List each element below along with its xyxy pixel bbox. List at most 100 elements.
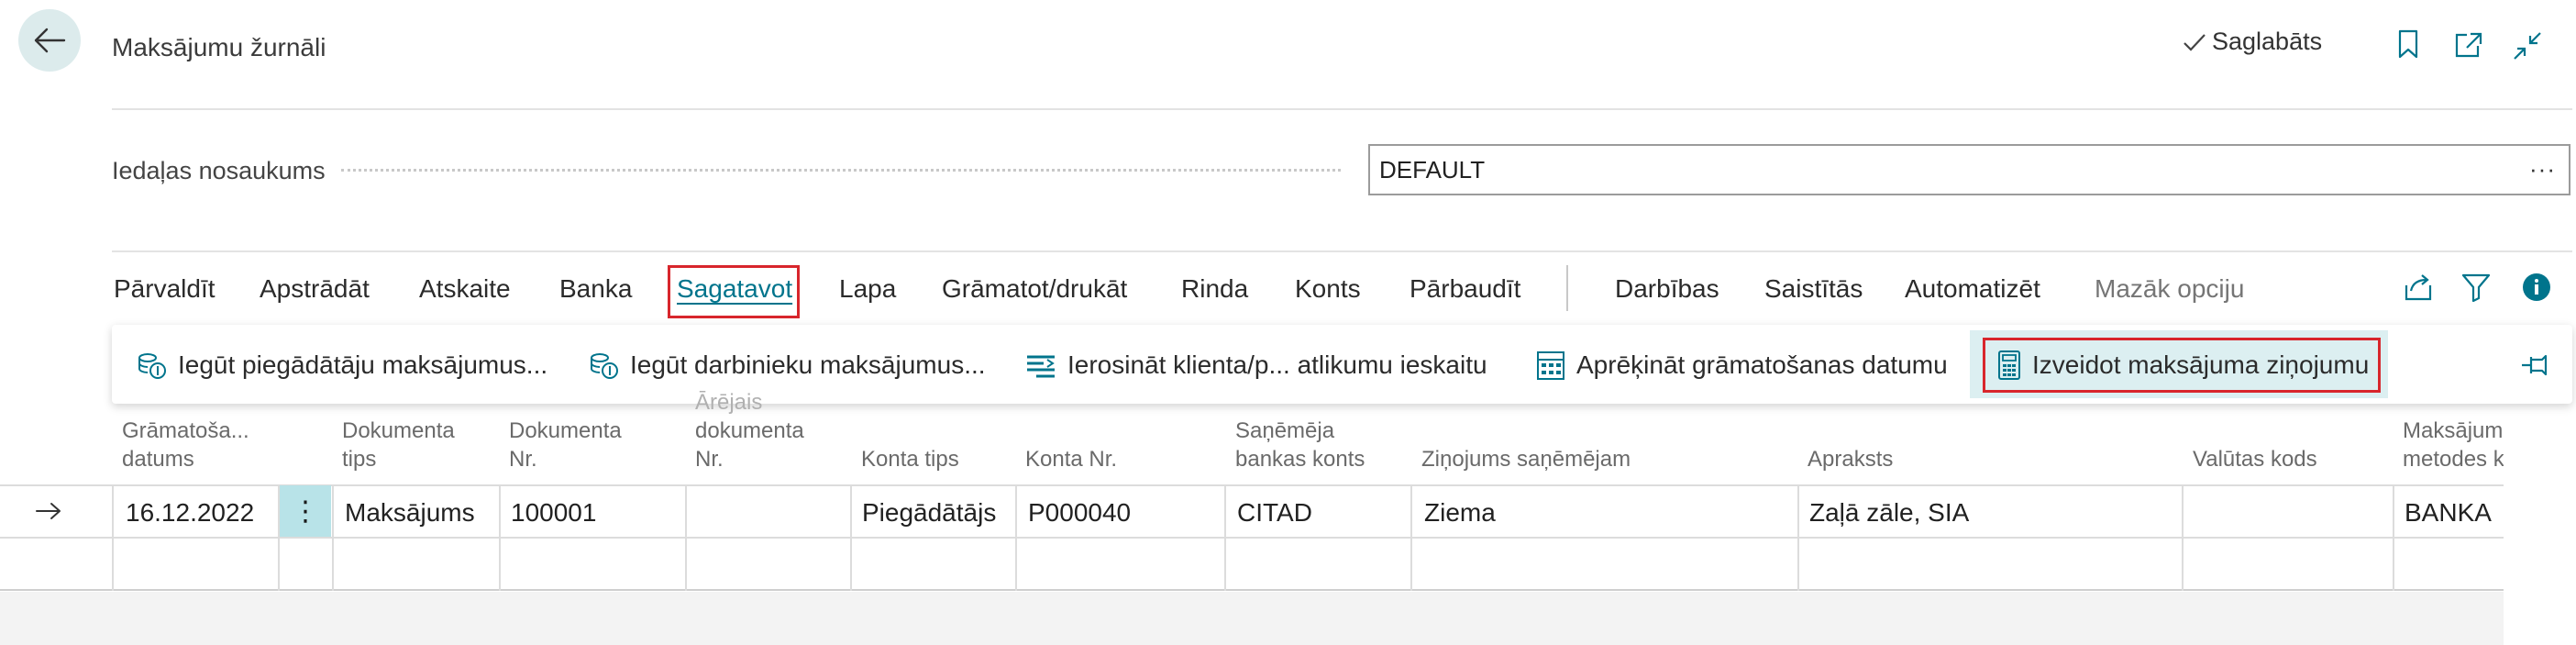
column-header-line: tips (342, 447, 377, 472)
cell-posting-date[interactable]: 16.12.2022 (126, 498, 254, 528)
column-header-line: dokumenta (695, 418, 804, 443)
tab-automate[interactable]: Automatizēt (1905, 274, 2040, 304)
column-header-account-type[interactable]: Konta tips (861, 445, 959, 473)
column-header-document-type[interactable]: Dokumenta tips (342, 417, 455, 473)
cell-account-no[interactable]: P000040 (1028, 498, 1131, 528)
field-dotted-leader (341, 169, 1341, 172)
tab-check[interactable]: Pārbaudīt (1410, 274, 1520, 304)
coins-icon (591, 353, 618, 379)
cell-account-type[interactable]: Piegādātājs (862, 498, 996, 528)
tab-fewer-options[interactable]: Mazāk opciju (2095, 274, 2244, 304)
grid-column-divider (1410, 484, 1412, 591)
column-header-line: Nr. (695, 447, 724, 472)
grid-column-divider (332, 484, 334, 591)
tab-manage[interactable]: Pārvaldīt (114, 274, 216, 304)
batch-name-field[interactable]: DEFAULT ··· (1368, 144, 2570, 195)
column-header-line: Saņēmēja (1235, 418, 1335, 443)
suggest-balance-offset-action[interactable]: Ierosināt klienta/p... atlikumu ieskaitu (1025, 344, 1487, 386)
open-new-window-button[interactable] (2454, 31, 2483, 63)
column-header-description[interactable]: Apraksts (1808, 445, 1893, 473)
info-button[interactable] (2522, 272, 2551, 306)
grid-column-divider (499, 484, 501, 591)
bookmark-icon (2398, 29, 2418, 59)
column-header-recipient-bank[interactable]: Saņēmēja bankas konts (1235, 417, 1365, 473)
grid-column-divider (2393, 484, 2394, 591)
arrow-left-icon (34, 28, 66, 53)
tab-separator (1566, 265, 1568, 311)
calendar-calculator-icon (1537, 351, 1564, 380)
filter-icon (2461, 273, 2491, 303)
create-payment-message-label: Izveidot maksājuma ziņojumu (2032, 350, 2370, 379)
cell-message-to-recipient[interactable]: Ziema (1424, 498, 1496, 528)
cell-recipient-bank[interactable]: CITAD (1237, 498, 1312, 528)
checkmark-icon (2184, 33, 2206, 51)
cell-payment-method[interactable]: BANKA (2405, 498, 2492, 528)
tab-report[interactable]: Atskaite (419, 274, 511, 304)
back-button[interactable] (18, 9, 81, 72)
tab-page[interactable]: Lapa (839, 274, 896, 304)
pin-icon (2522, 354, 2548, 376)
grid-row-divider (0, 537, 2504, 539)
grid-column-divider (850, 484, 852, 591)
grid-column-divider (685, 484, 687, 591)
tab-related[interactable]: Saistītās (1764, 274, 1863, 304)
column-header-line: Nr. (509, 447, 537, 472)
filter-button[interactable] (2461, 272, 2491, 306)
column-header-line: bankas konts (1235, 447, 1365, 472)
cell-description[interactable]: Zaļā zāle, SIA (1809, 498, 1969, 528)
column-header-message-to-recipient[interactable]: Ziņojums saņēmējam (1421, 445, 1631, 473)
row-actions-button[interactable]: ⋮ (280, 485, 331, 537)
tab-process[interactable]: Apstrādāt (260, 274, 370, 304)
grid-column-divider (112, 484, 114, 591)
column-header-line: metodes k (2403, 447, 2504, 472)
grid-empty-area (0, 592, 2504, 645)
column-header-line: datums (122, 447, 194, 472)
bookmark-button[interactable] (2397, 29, 2419, 63)
column-header-account-no[interactable]: Konta Nr. (1025, 445, 1117, 473)
get-employee-payments-action[interactable]: Iegūt darbinieku maksājumus... (588, 344, 986, 386)
share-icon (2405, 274, 2432, 301)
batch-name-lookup-button[interactable]: ··· (2529, 155, 2556, 183)
get-employee-payments-label: Iegūt darbinieku maksājumus... (630, 350, 986, 379)
column-header-line: Dokumenta (509, 418, 622, 443)
tab-line[interactable]: Rinda (1181, 274, 1248, 304)
page-title: Maksājumu žurnāli (112, 33, 326, 61)
column-header-currency-code[interactable]: Valūtas kods (2193, 445, 2317, 473)
calculate-posting-date-label: Aprēķināt grāmatošanas datumu (1576, 350, 1948, 379)
cell-document-type[interactable]: Maksājums (345, 498, 475, 528)
grid-column-divider (1015, 484, 1017, 591)
saved-label: Saglabāts (2212, 28, 2323, 55)
pin-action-bar-button[interactable] (2520, 353, 2551, 382)
column-header-posting-date[interactable]: Grāmatoša... datums (122, 417, 249, 473)
tab-bank[interactable]: Banka (559, 274, 632, 304)
section-divider (112, 250, 2572, 252)
tab-account[interactable]: Konts (1295, 274, 1361, 304)
calculate-posting-date-action[interactable]: Aprēķināt grāmatošanas datumu (1536, 344, 1948, 386)
info-icon (2523, 273, 2550, 301)
cell-document-no[interactable]: 100001 (511, 498, 596, 528)
column-header-line: Ārējais (695, 390, 763, 415)
collapse-button[interactable] (2513, 31, 2542, 65)
current-row-indicator (35, 501, 62, 526)
get-vendor-payments-action[interactable]: Iegūt piegādātāju maksājumus... (136, 344, 547, 386)
grid-row-divider (0, 589, 2504, 591)
column-header-document-no[interactable]: Dokumenta Nr. (509, 417, 622, 473)
batch-name-label: Iedaļas nosaukums (112, 157, 326, 184)
calculator-icon (1998, 350, 2020, 380)
tab-actions[interactable]: Darbības (1615, 274, 1719, 304)
create-payment-message-action[interactable]: Izveidot maksājuma ziņojumu (1997, 344, 2369, 386)
column-header-line: Grāmatoša... (122, 418, 249, 443)
balance-offset-icon (1027, 355, 1055, 378)
grid-column-divider (2182, 484, 2184, 591)
saved-status: Saglabāts (2183, 28, 2322, 56)
column-header-external-doc-no[interactable]: Ārējais dokumenta Nr. (695, 388, 804, 473)
column-header-payment-method[interactable]: Maksājum metodes k (2403, 417, 2504, 473)
arrow-right-icon (36, 503, 61, 519)
grid-column-divider (1224, 484, 1226, 591)
share-button[interactable] (2403, 272, 2434, 306)
suggest-balance-offset-label: Ierosināt klienta/p... atlikumu ieskaitu (1067, 350, 1487, 379)
get-vendor-payments-label: Iegūt piegādātāju maksājumus... (178, 350, 548, 379)
tab-prepare[interactable]: Sagatavot (677, 274, 792, 304)
tab-post-print[interactable]: Grāmatot/drukāt (942, 274, 1127, 304)
open-in-new-window-icon (2455, 32, 2482, 58)
